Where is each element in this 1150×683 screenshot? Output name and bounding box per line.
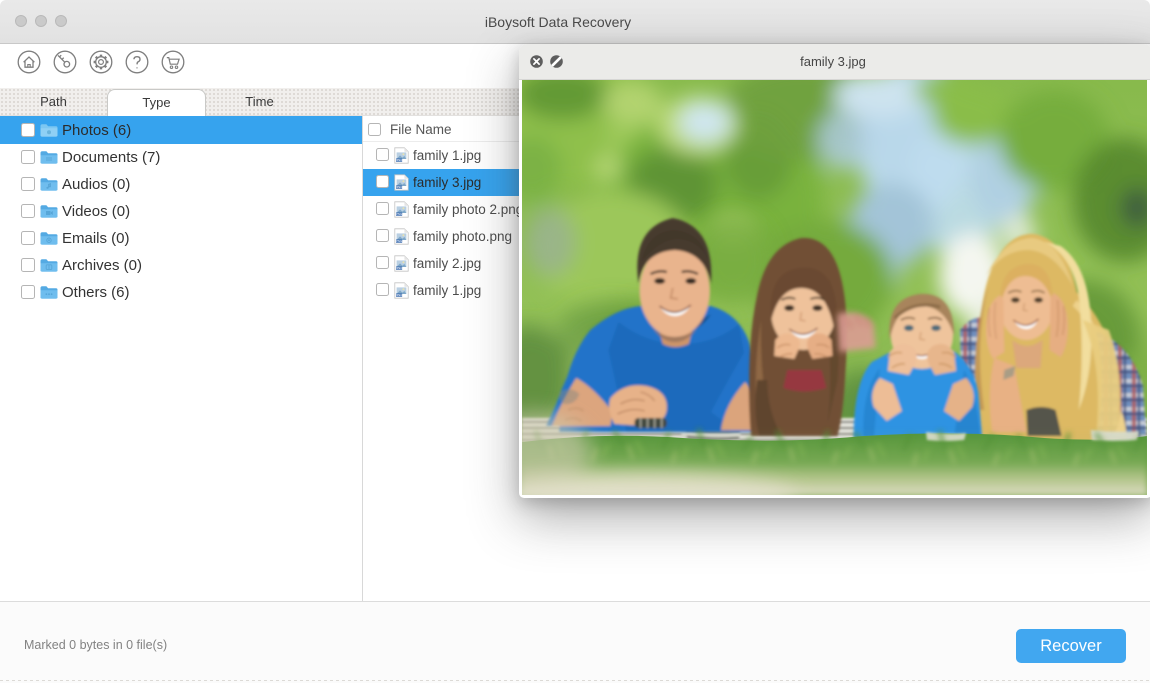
svg-text:PNG: PNG [396,239,403,243]
svg-text:JPEG: JPEG [395,185,403,189]
svg-text:JPEG: JPEG [395,158,403,162]
svg-text:JPEG: JPEG [395,293,403,297]
svg-text:JPEG: JPEG [395,266,403,270]
svg-text:PNG: PNG [396,212,403,216]
